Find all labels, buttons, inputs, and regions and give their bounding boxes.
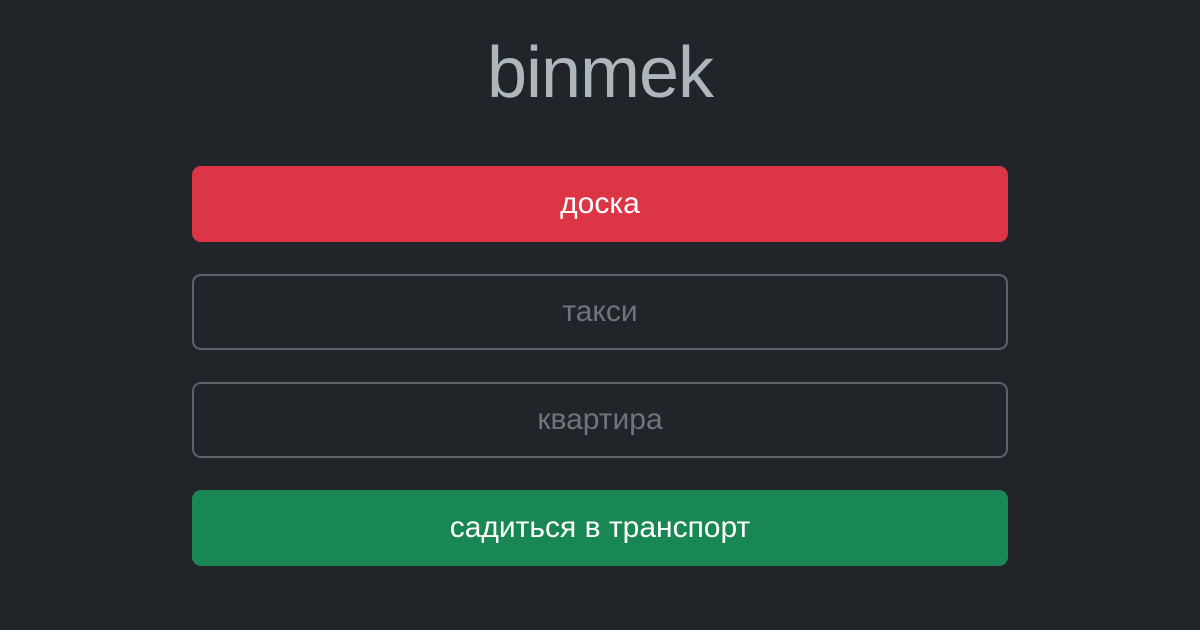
app-title: binmek — [486, 33, 714, 113]
board-transport-button[interactable]: садиться в транспорт — [192, 490, 1008, 566]
taxi-input[interactable] — [192, 274, 1008, 350]
apartment-input[interactable] — [192, 382, 1008, 458]
board-button[interactable]: доска — [192, 166, 1008, 242]
